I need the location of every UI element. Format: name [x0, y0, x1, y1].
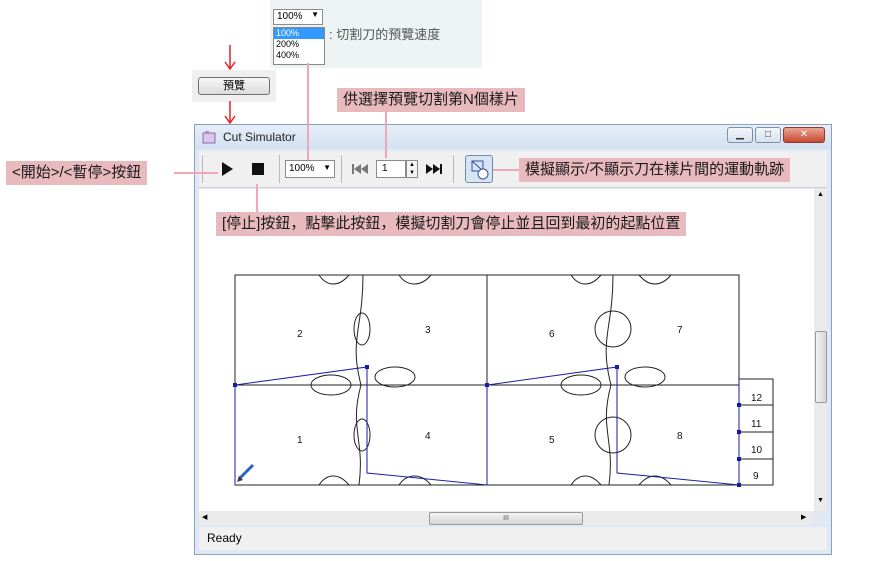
sample-number-input[interactable]: 1 — [376, 160, 406, 178]
arrow-down-icon — [224, 44, 236, 72]
minimize-button[interactable]: ▁ — [727, 127, 753, 143]
piece-label: 8 — [677, 431, 683, 442]
horizontal-scrollbar[interactable]: ◀ III ▶ — [199, 511, 813, 525]
piece-label: 12 — [751, 393, 763, 404]
callout-stop: [停止]按鈕，點擊此按鈕，模擬切割刀會停止並且回到最初的起點位置 — [216, 212, 687, 236]
toolbar-separator — [279, 155, 280, 183]
path-toggle-button[interactable] — [465, 155, 493, 183]
play-icon — [222, 162, 233, 176]
close-button[interactable]: ✕ — [783, 127, 825, 143]
first-sample-button[interactable] — [349, 159, 371, 179]
callout-connector — [256, 184, 258, 212]
piece-label: 6 — [549, 329, 555, 340]
title-bar: Cut Simulator ▁ □ ✕ — [195, 125, 831, 149]
simulation-canvas[interactable]: 2 3 1 4 6 7 5 8 9 10 11 12 — [199, 189, 815, 511]
callout-start-pause: <開始>/<暫停>按鈕 — [6, 161, 148, 185]
sample-number-spinner[interactable]: ▲ ▼ — [406, 160, 418, 178]
toolbar-grip — [202, 155, 203, 183]
play-button[interactable] — [215, 159, 237, 179]
scroll-right-icon[interactable]: ▶ — [801, 513, 806, 521]
chevron-down-icon: ▼ — [311, 10, 319, 19]
pattern-drawing: 2 3 1 4 6 7 5 8 9 10 11 12 — [233, 274, 774, 487]
callout-connector — [174, 172, 218, 174]
piece-label: 3 — [425, 325, 431, 336]
path-toggle-icon — [471, 160, 489, 180]
toolbar-separator — [341, 155, 342, 183]
skip-first-icon — [352, 164, 368, 174]
piece-label: 11 — [751, 419, 762, 430]
chevron-down-icon: ▼ — [323, 163, 331, 172]
piece-label: 9 — [753, 471, 759, 482]
speed-option-400[interactable]: 400% — [274, 50, 324, 61]
app-icon — [202, 130, 216, 144]
scroll-left-icon[interactable]: ◀ — [202, 513, 207, 521]
preview-button-label: 預覽 — [223, 80, 245, 92]
spin-down-icon[interactable]: ▼ — [407, 169, 417, 177]
cutter-icon — [237, 463, 255, 482]
callout-connector — [385, 112, 387, 158]
stop-button[interactable] — [247, 159, 269, 179]
skip-last-icon — [426, 164, 442, 174]
scroll-up-icon[interactable]: ▲ — [817, 191, 824, 198]
toolbar-separator — [453, 155, 454, 183]
piece-label: 10 — [751, 445, 763, 456]
callout-connector — [493, 169, 519, 171]
callout-connector — [307, 63, 309, 160]
speed-caption: : 切割刀的預覽速度 — [329, 27, 441, 42]
callout-select-sample: 供選擇預覽切割第N個樣片 — [337, 88, 525, 112]
scroll-grip: III — [503, 515, 509, 522]
scroll-down-icon[interactable]: ▼ — [817, 497, 824, 504]
speed-option-100[interactable]: 100% — [274, 28, 324, 39]
speed-combo-top-value: 100% — [277, 11, 303, 22]
speed-option-200[interactable]: 200% — [274, 39, 324, 50]
cut-simulator-window: Cut Simulator ▁ □ ✕ 100% ▼ 1 ▲ ▼ 2 3 1 4… — [194, 124, 832, 555]
speed-combo-top[interactable]: 100% ▼ — [273, 9, 323, 25]
preview-button[interactable]: 預覽 — [198, 77, 270, 95]
horizontal-scroll-thumb[interactable]: III — [429, 512, 583, 525]
speed-combo[interactable]: 100% ▼ — [285, 160, 335, 178]
speed-dropdown-list[interactable]: 100% 200% 400% — [273, 27, 325, 65]
piece-label: 7 — [677, 325, 683, 336]
vertical-scroll-thumb[interactable] — [815, 331, 827, 403]
maximize-button[interactable]: □ — [755, 127, 781, 143]
speed-combo-value: 100% — [289, 163, 315, 174]
piece-label: 5 — [549, 435, 555, 446]
vertical-scrollbar[interactable]: ▲ ▼ — [814, 189, 827, 511]
piece-label: 1 — [297, 435, 303, 446]
status-bar: Ready — [199, 527, 827, 550]
last-sample-button[interactable] — [423, 159, 445, 179]
sample-number-value: 1 — [382, 163, 388, 174]
window-title: Cut Simulator — [223, 130, 296, 144]
piece-label: 2 — [297, 329, 303, 340]
piece-label: 4 — [425, 431, 431, 442]
callout-path-toggle: 模擬顯示/不顯示刀在樣片間的運動軌跡 — [519, 158, 791, 182]
arrow-down-icon — [224, 100, 236, 126]
spin-up-icon[interactable]: ▲ — [407, 161, 417, 169]
stop-icon — [252, 163, 264, 175]
status-text: Ready — [207, 531, 242, 545]
